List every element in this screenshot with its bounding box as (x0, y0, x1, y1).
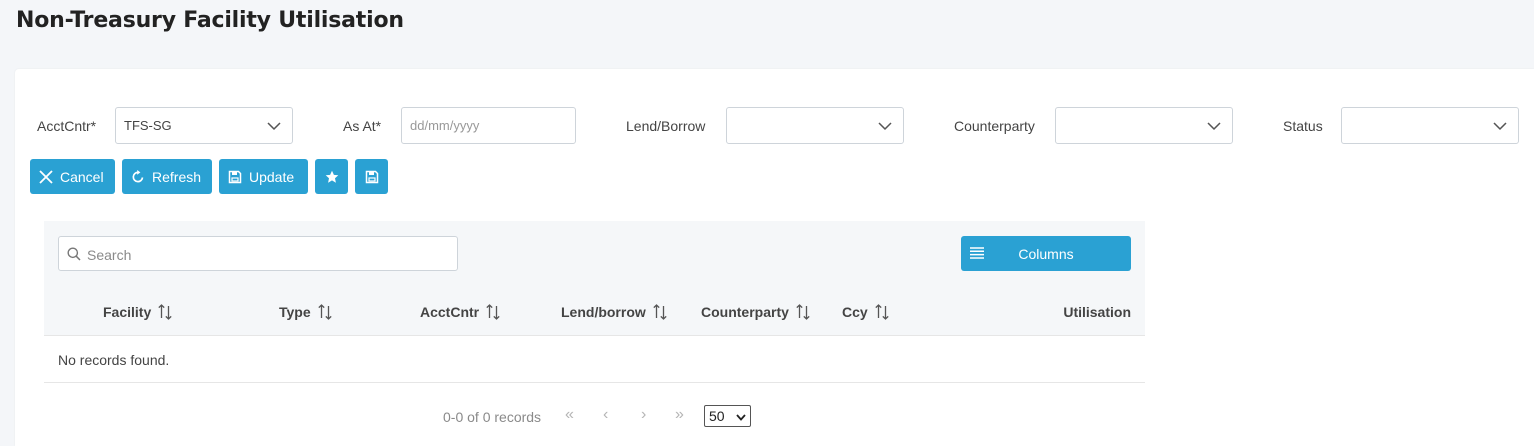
save-view-button[interactable] (355, 159, 388, 194)
sort-icon (875, 304, 889, 320)
as-at-placeholder: dd/mm/yyyy (410, 118, 480, 133)
counterparty-label: Counterparty (954, 118, 1035, 134)
acctcntr-select[interactable]: TFS-SG (115, 107, 293, 144)
column-header-ccy[interactable]: Ccy (842, 304, 890, 320)
cancel-button[interactable]: Cancel (30, 159, 115, 194)
columns-button[interactable]: Columns (961, 236, 1131, 271)
chevron-down-icon (1207, 122, 1221, 131)
acctcntr-label: AcctCntr* (37, 118, 97, 134)
as-at-label: As At* (343, 118, 382, 134)
prev-page-icon[interactable]: ‹ (603, 406, 608, 424)
sort-icon (158, 304, 172, 320)
sort-icon (317, 304, 332, 320)
column-header-label: Utilisation (1063, 304, 1131, 320)
refresh-button[interactable]: Refresh (122, 159, 212, 194)
next-page-icon[interactable]: › (641, 406, 646, 424)
page-size-select[interactable]: 50 (704, 405, 751, 427)
search-icon (67, 247, 81, 261)
update-label: Update (249, 168, 295, 185)
cancel-label: Cancel (60, 168, 104, 185)
floppy-disk-icon (365, 170, 378, 183)
update-button[interactable]: Update (219, 159, 308, 194)
column-header-utilisation[interactable]: Utilisation (1015, 304, 1131, 320)
column-header-label: Ccy (842, 304, 868, 320)
sort-icon (486, 304, 500, 320)
columns-label: Columns (1018, 246, 1074, 262)
chevron-down-icon (1493, 122, 1507, 131)
lend-borrow-label: Lend/Borrow (626, 118, 706, 134)
page-size-value: 50 (709, 408, 725, 424)
search-input[interactable]: Search (58, 236, 458, 271)
status-label: Status (1283, 118, 1323, 134)
column-header-label: AcctCntr (420, 304, 480, 320)
last-page-icon[interactable]: » (675, 406, 684, 424)
column-header-counterparty[interactable]: Counterparty (701, 304, 811, 320)
body-divider (44, 382, 1145, 383)
column-header-acctcntr[interactable]: AcctCntr (420, 304, 501, 320)
column-header-label: Type (279, 304, 311, 320)
column-header-label: Lend/borrow (561, 304, 646, 320)
first-page-icon[interactable]: « (565, 406, 574, 424)
sort-icon (653, 304, 667, 320)
column-header-lend-borrow[interactable]: Lend/borrow (561, 304, 668, 320)
sort-icon (796, 304, 810, 320)
acctcntr-value: TFS-SG (124, 118, 172, 133)
column-header-label: Counterparty (701, 304, 789, 320)
empty-message: No records found. (58, 352, 170, 368)
save-icon (228, 170, 242, 183)
records-summary: 0-0 of 0 records (443, 409, 542, 425)
page-title: Non-Treasury Facility Utilisation (16, 8, 404, 33)
chevron-down-icon (736, 414, 746, 421)
column-header-label: Facility (103, 304, 152, 320)
column-header-type[interactable]: Type (279, 304, 333, 320)
lend-borrow-select[interactable] (726, 107, 904, 144)
header-divider (44, 335, 1145, 336)
counterparty-select[interactable] (1055, 107, 1233, 144)
refresh-icon (132, 169, 144, 182)
close-icon (39, 169, 53, 184)
star-icon (325, 170, 338, 183)
favorite-button[interactable] (315, 159, 348, 194)
column-header-facility[interactable]: Facility (103, 304, 173, 320)
refresh-label: Refresh (152, 168, 202, 185)
chevron-down-icon (878, 122, 892, 131)
search-placeholder: Search (87, 247, 132, 263)
as-at-date-input[interactable]: dd/mm/yyyy (401, 107, 576, 144)
chevron-down-icon (267, 122, 281, 131)
main-card: AcctCntr* TFS-SG As At* dd/mm/yyyy Lend/… (15, 69, 1534, 446)
status-select[interactable] (1341, 107, 1519, 144)
